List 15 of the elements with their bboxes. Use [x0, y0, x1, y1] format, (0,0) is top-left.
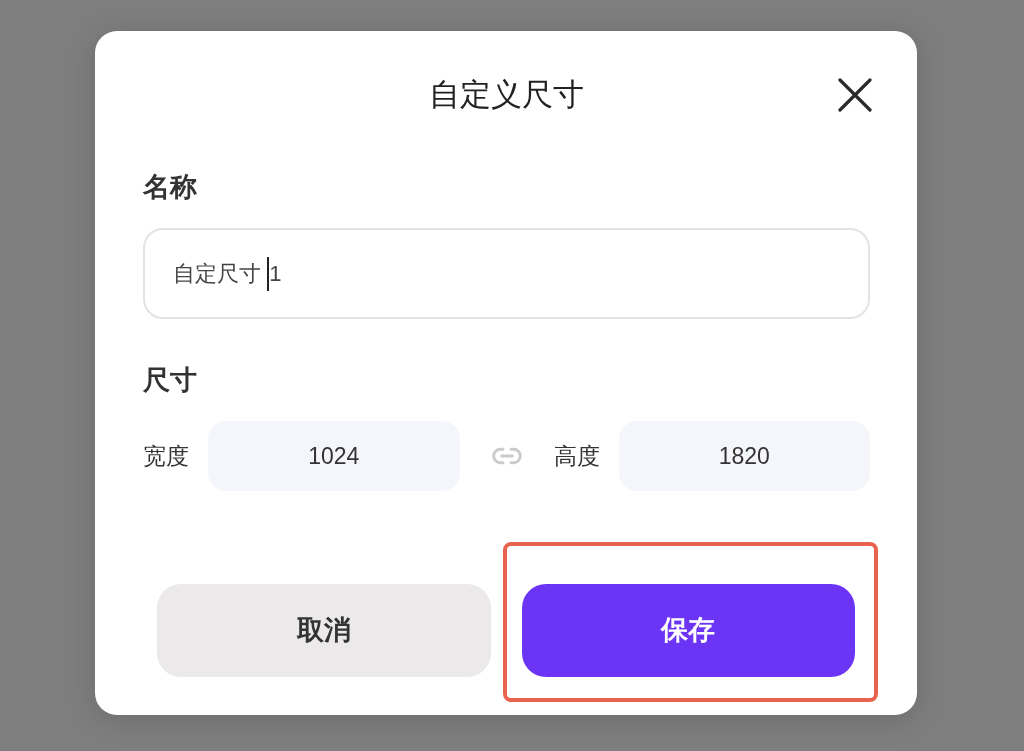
dialog-title: 自定义尺寸: [428, 75, 584, 114]
input-field[interactable]: 1820: [618, 421, 870, 491]
close-button[interactable]: [838, 78, 872, 112]
input-field[interactable]: 1024: [208, 421, 460, 491]
section-label: 名称: [143, 171, 198, 204]
save-button[interactable]: 保存: [521, 584, 855, 677]
section-label: 尺寸: [143, 364, 198, 397]
field-value: 1024: [308, 441, 360, 471]
field-value: 自定尺寸 1: [173, 256, 282, 291]
close-icon: [838, 78, 872, 112]
field-value: 1820: [718, 441, 770, 471]
field-label: 宽度: [143, 441, 190, 471]
field-label: 高度: [553, 441, 601, 471]
cancel-button[interactable]: 取消: [157, 584, 491, 677]
input-field[interactable]: 自定尺寸 1: [143, 228, 870, 319]
